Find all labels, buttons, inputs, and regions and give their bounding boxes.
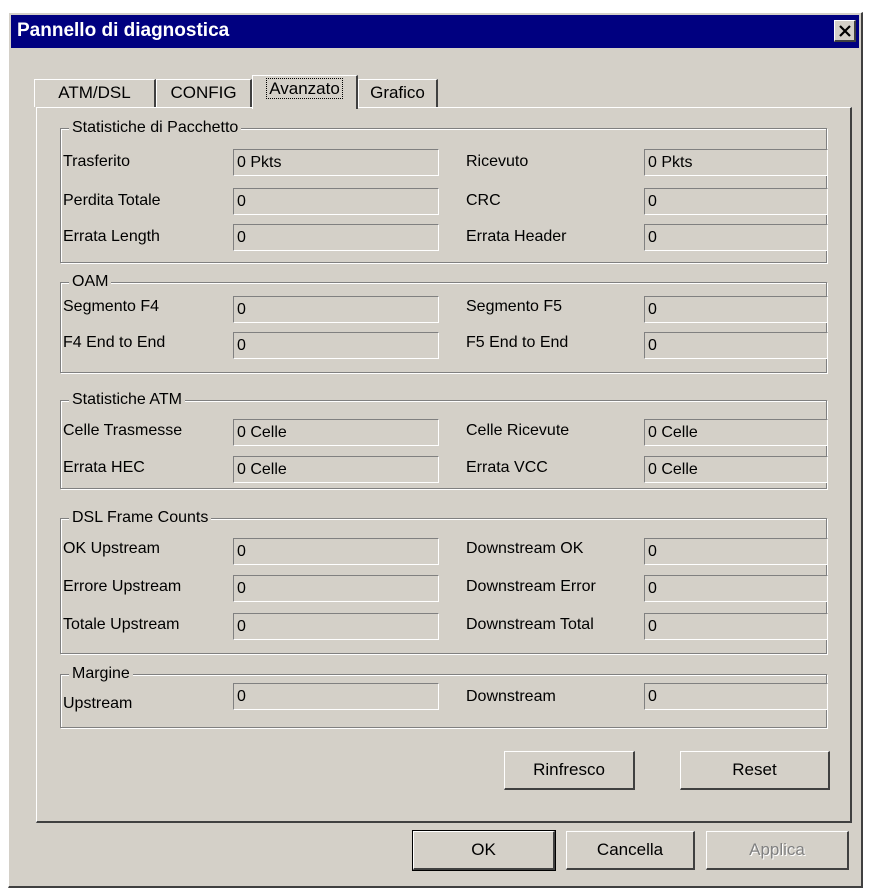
field-upstream-margin: 0 bbox=[233, 683, 439, 710]
dsl-frame-counts-group: DSL Frame Counts OK Upstream 0 Downstrea… bbox=[60, 508, 828, 654]
field-ok-upstream: 0 bbox=[233, 538, 439, 565]
label-total-loss: Perdita Totale bbox=[63, 192, 161, 209]
tab-grafico[interactable]: Grafico bbox=[358, 79, 438, 107]
label-cells-received: Celle Ricevute bbox=[466, 422, 570, 439]
tab-label: Grafico bbox=[370, 83, 425, 102]
label-segment-f5: Segmento F5 bbox=[466, 298, 563, 315]
cancel-button[interactable]: Cancella bbox=[566, 831, 695, 870]
diagnostic-dialog: Pannello di diagnostica ATM/DSL CONFIG A… bbox=[8, 12, 863, 888]
group-title: Statistiche di Pacchetto bbox=[69, 118, 242, 138]
reset-button[interactable]: Reset bbox=[680, 751, 830, 790]
field-bad-header: 0 bbox=[644, 224, 828, 251]
field-f4-end-to-end: 0 bbox=[233, 332, 439, 359]
group-title: DSL Frame Counts bbox=[69, 508, 212, 528]
tab-label: CONFIG bbox=[170, 83, 237, 102]
margin-group: Margine Upstream 0 Downstream 0 bbox=[60, 664, 828, 728]
label-cells-sent: Celle Trasmesse bbox=[63, 422, 183, 439]
window-title: Pannello di diagnostica bbox=[17, 20, 230, 41]
label-bad-header: Errata Header bbox=[466, 228, 567, 245]
label-segment-f4: Segmento F4 bbox=[63, 298, 160, 315]
field-bad-length: 0 bbox=[233, 224, 439, 251]
field-received: 0 Pkts bbox=[644, 149, 828, 176]
label-crc: CRC bbox=[466, 192, 501, 209]
field-downstream-margin: 0 bbox=[644, 683, 828, 710]
atm-stats-group: Statistiche ATM Celle Trasmesse 0 Celle … bbox=[60, 390, 828, 489]
tab-label: ATM/DSL bbox=[58, 83, 131, 102]
label-error-upstream: Errore Upstream bbox=[63, 578, 182, 595]
apply-button[interactable]: Applica bbox=[706, 831, 849, 870]
oam-group: OAM Segmento F4 0 Segmento F5 0 F4 End t… bbox=[60, 272, 828, 373]
label-f4-end-to-end: F4 End to End bbox=[63, 334, 166, 351]
field-bad-vcc: 0 Celle bbox=[644, 456, 828, 483]
refresh-button[interactable]: Rinfresco bbox=[504, 751, 635, 790]
label-downstream-ok: Downstream OK bbox=[466, 540, 584, 557]
field-f5-end-to-end: 0 bbox=[644, 332, 828, 359]
label-downstream-total: Downstream Total bbox=[466, 616, 594, 633]
field-total-loss: 0 bbox=[233, 188, 439, 215]
tab-atm-dsl[interactable]: ATM/DSL bbox=[34, 79, 156, 107]
label-ok-upstream: OK Upstream bbox=[63, 540, 160, 557]
tab-panel-avanzato: Statistiche di Pacchetto Trasferito 0 Pk… bbox=[36, 107, 852, 823]
field-bad-hec: 0 Celle bbox=[233, 456, 439, 483]
close-button[interactable] bbox=[834, 20, 856, 42]
label-bad-hec: Errata HEC bbox=[63, 459, 145, 476]
tab-config[interactable]: CONFIG bbox=[156, 79, 252, 107]
label-downstream-margin: Downstream bbox=[466, 688, 556, 705]
field-downstream-total: 0 bbox=[644, 613, 828, 640]
group-title: Margine bbox=[69, 664, 133, 684]
field-transferred: 0 Pkts bbox=[233, 149, 439, 176]
tab-avanzato[interactable]: Avanzato bbox=[252, 75, 358, 109]
tab-label: Avanzato bbox=[266, 78, 343, 99]
field-segment-f5: 0 bbox=[644, 296, 828, 323]
field-cells-received: 0 Celle bbox=[644, 419, 828, 446]
field-segment-f4: 0 bbox=[233, 296, 439, 323]
field-total-upstream: 0 bbox=[233, 613, 439, 640]
close-icon bbox=[839, 25, 851, 37]
field-crc: 0 bbox=[644, 188, 828, 215]
field-cells-sent: 0 Celle bbox=[233, 419, 439, 446]
ok-button[interactable]: OK bbox=[412, 830, 556, 871]
label-upstream-margin: Upstream bbox=[63, 695, 133, 712]
label-downstream-error: Downstream Error bbox=[466, 578, 596, 595]
title-bar[interactable]: Pannello di diagnostica bbox=[11, 15, 859, 48]
label-received: Ricevuto bbox=[466, 153, 529, 170]
label-bad-length: Errata Length bbox=[63, 228, 160, 245]
field-error-upstream: 0 bbox=[233, 575, 439, 602]
packet-stats-group: Statistiche di Pacchetto Trasferito 0 Pk… bbox=[60, 118, 828, 263]
label-transferred: Trasferito bbox=[63, 153, 130, 170]
field-downstream-error: 0 bbox=[644, 575, 828, 602]
field-downstream-ok: 0 bbox=[644, 538, 828, 565]
group-title: Statistiche ATM bbox=[69, 390, 185, 410]
label-total-upstream: Totale Upstream bbox=[63, 616, 180, 633]
label-f5-end-to-end: F5 End to End bbox=[466, 334, 569, 351]
label-bad-vcc: Errata VCC bbox=[466, 459, 548, 476]
group-title: OAM bbox=[69, 272, 112, 292]
